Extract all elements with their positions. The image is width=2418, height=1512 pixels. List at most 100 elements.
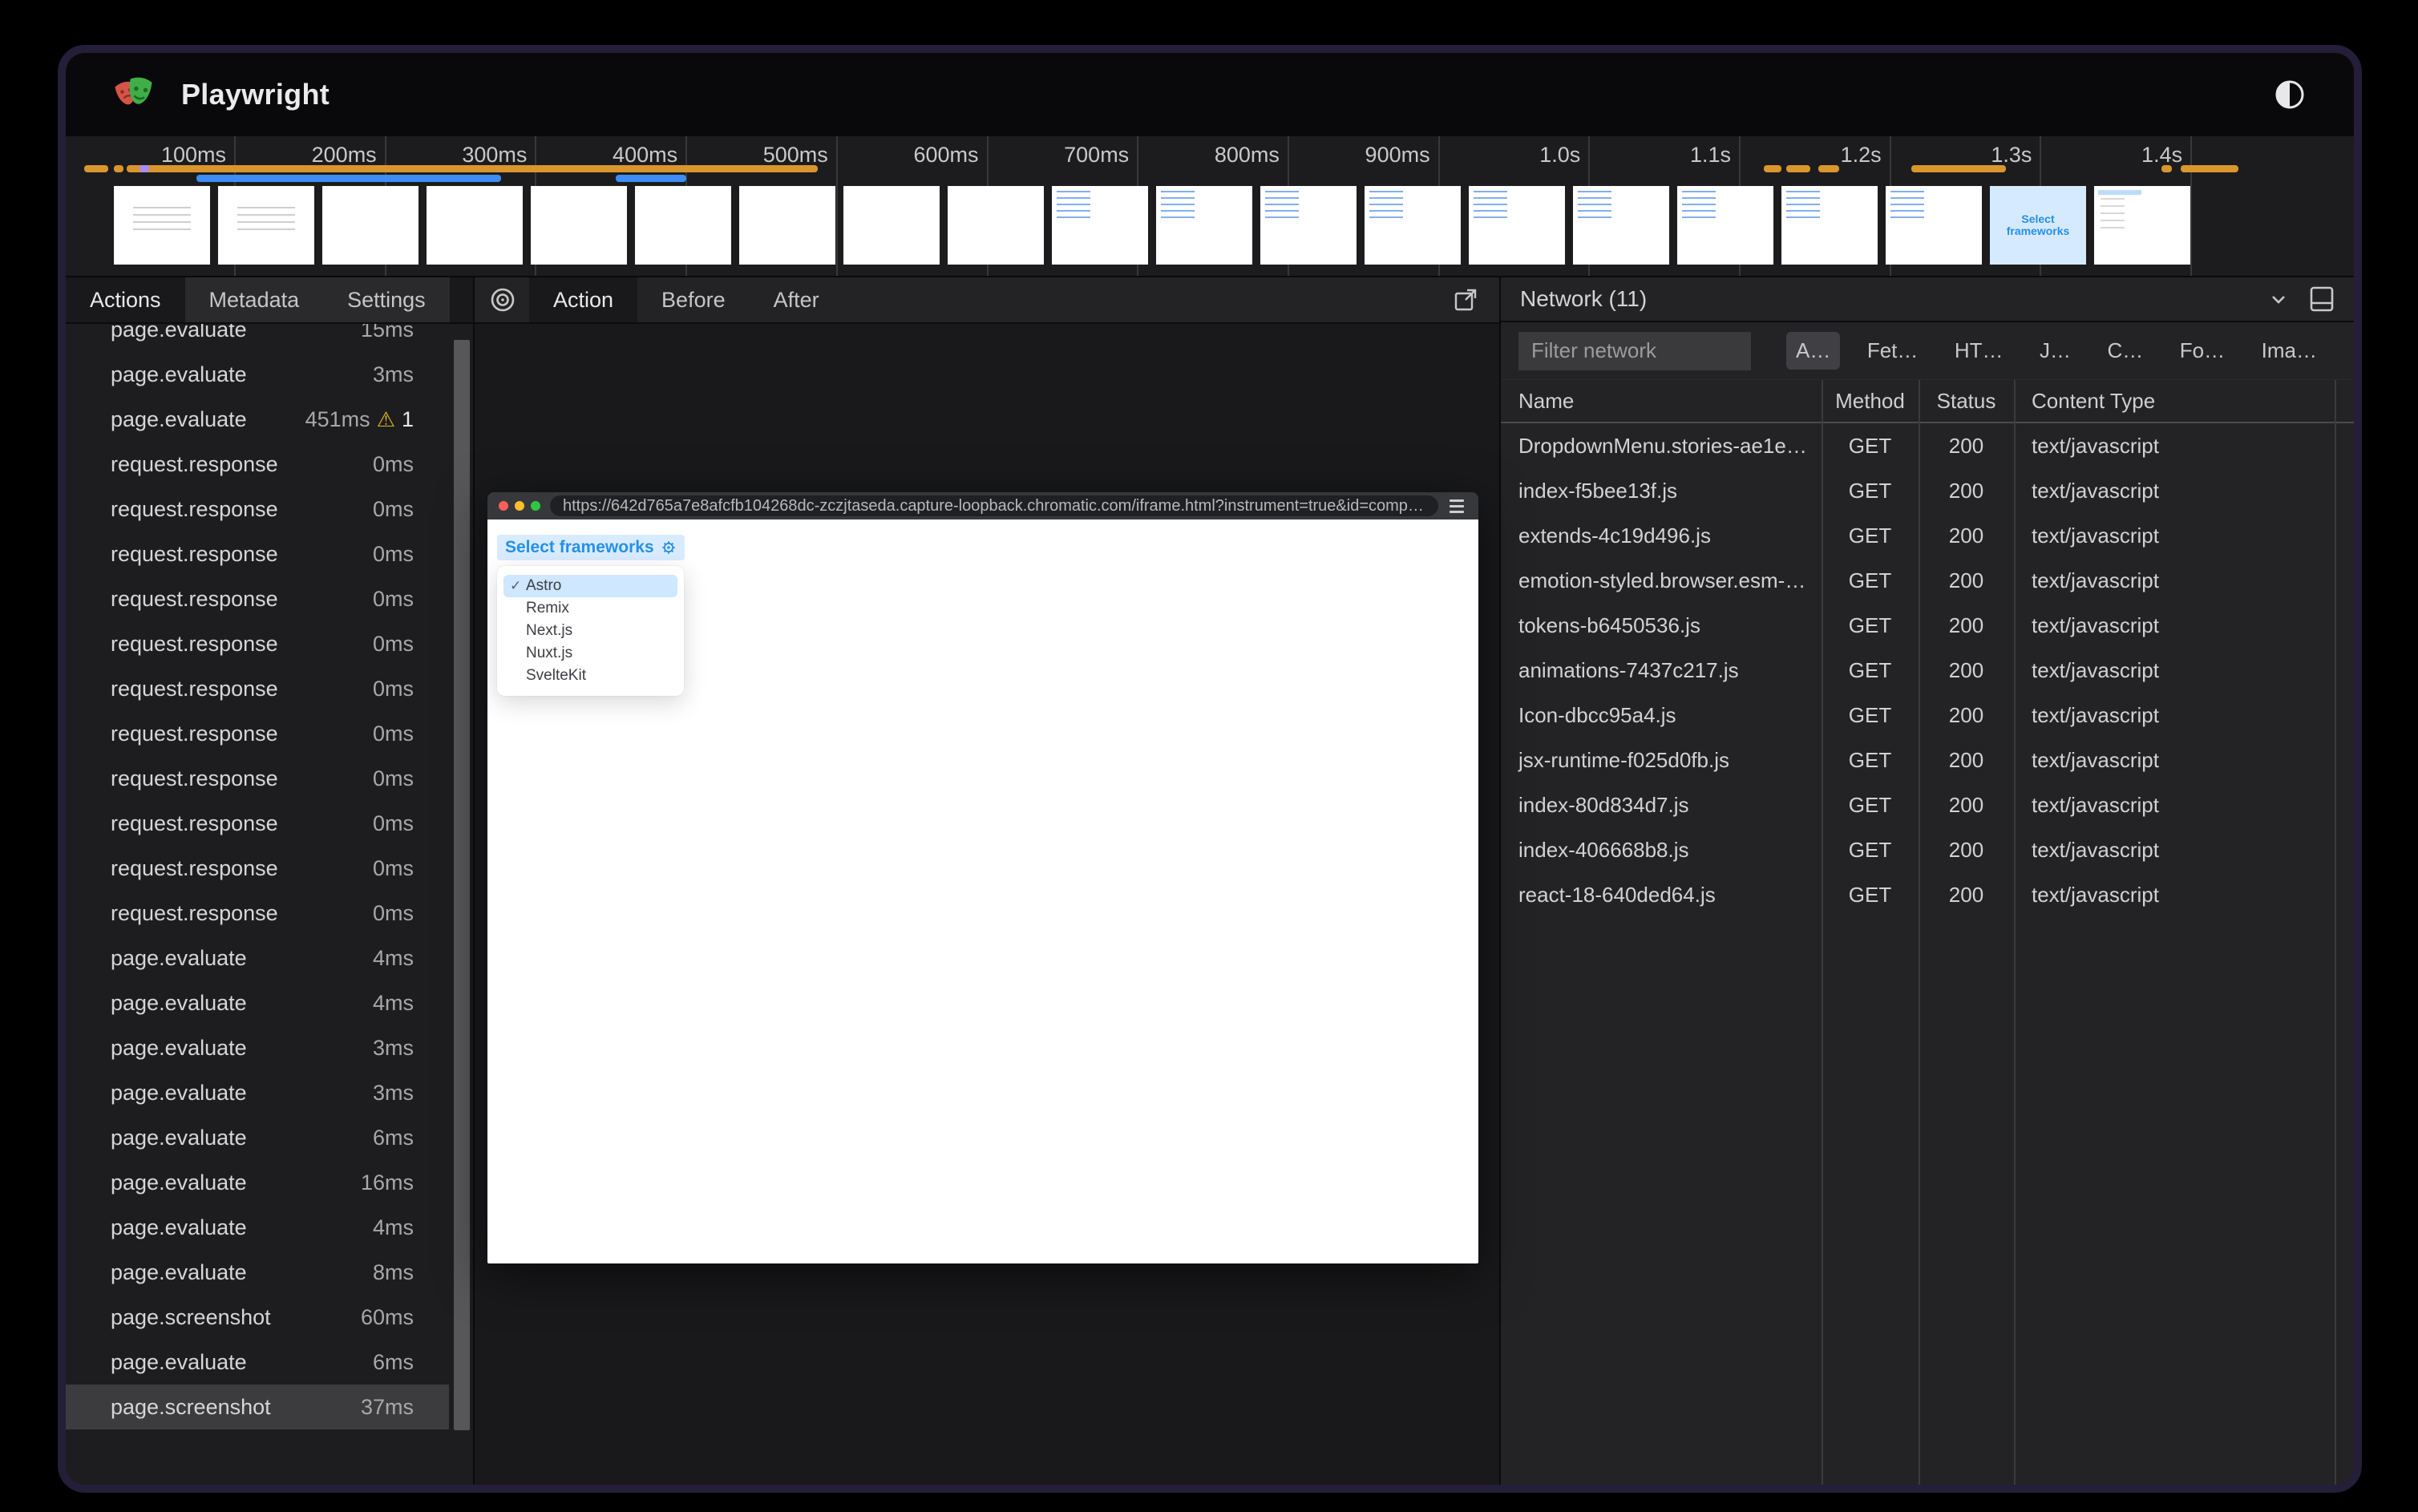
filmstrip-thumbnail[interactable]: Select frameworks bbox=[1990, 186, 2086, 265]
request-name: DropdownMenu.stories-ae1e… bbox=[1518, 433, 1807, 458]
network-filter-chip[interactable]: C… bbox=[2098, 332, 2153, 370]
tab-after[interactable]: After bbox=[750, 277, 843, 322]
column-header[interactable]: Status bbox=[1919, 389, 2014, 414]
action-list-item[interactable]: request.response 0ms bbox=[66, 711, 449, 756]
network-row[interactable]: emotion-styled.browser.esm-… GET 200 text/j… bbox=[1501, 558, 2354, 603]
dropdown-item-sveltekit[interactable]: SvelteKit bbox=[503, 665, 677, 687]
action-list-item[interactable]: page.evaluate 4ms bbox=[66, 1205, 449, 1250]
tab-actions[interactable]: Actions bbox=[66, 277, 185, 322]
filmstrip-thumbnail[interactable] bbox=[218, 186, 314, 265]
action-name: request.response bbox=[111, 811, 278, 835]
network-row[interactable]: index-406668b8.js GET 200 text/javascript bbox=[1501, 827, 2354, 872]
column-divider[interactable] bbox=[1822, 380, 1823, 1485]
network-row[interactable]: index-80d834d7.js GET 200 text/javascript bbox=[1501, 782, 2354, 827]
action-list-item[interactable]: page.screenshot 37ms bbox=[66, 1385, 449, 1429]
filmstrip-thumbnail[interactable] bbox=[1156, 186, 1252, 265]
network-row[interactable]: extends-4c19d496.js GET 200 text/javascript bbox=[1501, 513, 2354, 558]
pick-locator-icon[interactable] bbox=[475, 277, 529, 322]
action-list-item[interactable]: page.evaluate 451ms ⚠ 1 bbox=[66, 397, 449, 442]
action-list-item[interactable]: request.response 0ms bbox=[66, 891, 449, 936]
network-filter-chip[interactable]: Fet… bbox=[1858, 332, 1928, 370]
action-list-item[interactable]: page.evaluate 4ms bbox=[66, 980, 449, 1025]
network-row[interactable]: animations-7437c217.js GET 200 text/javascr… bbox=[1501, 648, 2354, 693]
tab-metadata[interactable]: Metadata bbox=[184, 277, 324, 322]
network-filter-chip[interactable]: HT… bbox=[1945, 332, 2013, 370]
action-list-item[interactable]: page.evaluate 3ms bbox=[66, 1025, 449, 1070]
network-row[interactable]: DropdownMenu.stories-ae1e… GET 200 text/jav… bbox=[1501, 423, 2354, 468]
column-header[interactable]: Content Type bbox=[2014, 389, 2335, 414]
filmstrip-thumbnail[interactable] bbox=[1052, 186, 1148, 265]
action-list-item[interactable]: page.evaluate 6ms bbox=[66, 1115, 449, 1160]
chevron-down-icon[interactable] bbox=[2267, 288, 2290, 310]
filmstrip-thumbnail[interactable] bbox=[1677, 186, 1773, 265]
timeline-tick-label: 600ms bbox=[913, 143, 979, 167]
network-filter-chip[interactable]: Fo… bbox=[2170, 332, 2234, 370]
filmstrip-thumbnail[interactable] bbox=[322, 186, 418, 265]
filmstrip-thumbnail[interactable] bbox=[531, 186, 627, 265]
action-list-item[interactable]: page.evaluate 3ms bbox=[66, 352, 449, 397]
action-list-item[interactable]: request.response 0ms bbox=[66, 576, 449, 621]
action-name: page.evaluate bbox=[111, 1125, 247, 1150]
action-name: request.response bbox=[111, 631, 278, 656]
action-list-item[interactable]: request.response 0ms bbox=[66, 487, 449, 532]
network-filter-chip[interactable]: Ima… bbox=[2252, 332, 2327, 370]
tab-before[interactable]: Before bbox=[637, 277, 750, 322]
action-list-item[interactable]: request.response 0ms bbox=[66, 666, 449, 711]
timeline[interactable]: 100ms 200ms 300ms 400ms 500ms 600ms 700ms 800ms… bbox=[66, 136, 2354, 277]
filmstrip-thumbnail[interactable] bbox=[739, 186, 835, 265]
filmstrip-thumbnail[interactable] bbox=[114, 186, 210, 265]
action-list-item[interactable]: request.response 0ms bbox=[66, 756, 449, 801]
network-row[interactable]: jsx-runtime-f025d0fb.js GET 200 text/javasc… bbox=[1501, 738, 2354, 782]
action-list-item[interactable]: page.evaluate 16ms bbox=[66, 1160, 449, 1205]
action-list-item[interactable]: page.evaluate 8ms bbox=[66, 1250, 449, 1295]
action-list-item[interactable]: request.response 0ms bbox=[66, 621, 449, 666]
network-row[interactable]: tokens-b6450536.js GET 200 text/javascript bbox=[1501, 603, 2354, 648]
action-list-item[interactable]: page.evaluate 4ms bbox=[66, 936, 449, 980]
dropdown-item-astro[interactable]: ✓ Astro bbox=[503, 575, 677, 597]
filmstrip-thumbnail[interactable] bbox=[948, 186, 1044, 265]
network-row[interactable]: react-18-640ded64.js GET 200 text/javascrip… bbox=[1501, 872, 2354, 917]
network-row[interactable]: Icon-dbcc95a4.js GET 200 text/javascript bbox=[1501, 693, 2354, 738]
action-list-item[interactable]: request.response 0ms bbox=[66, 442, 449, 487]
dropdown-item-nuxt.js[interactable]: Nuxt.js bbox=[503, 642, 677, 665]
action-list-item[interactable]: page.screenshot 60ms bbox=[66, 1295, 449, 1340]
tab-settings[interactable]: Settings bbox=[323, 277, 450, 322]
column-header[interactable]: Name bbox=[1501, 389, 1822, 414]
column-divider[interactable] bbox=[2014, 380, 2016, 1485]
dropdown-item-next.js[interactable]: Next.js bbox=[503, 620, 677, 642]
column-header[interactable]: Method bbox=[1822, 389, 1919, 414]
actions-scrollbar[interactable] bbox=[454, 340, 470, 1430]
network-filter-chip[interactable]: A… bbox=[1786, 332, 1841, 370]
filmstrip-thumbnail[interactable] bbox=[843, 186, 940, 265]
network-row[interactable]: index-f5bee13f.js GET 200 text/javascript bbox=[1501, 468, 2354, 513]
filmstrip-thumbnail[interactable] bbox=[2094, 186, 2190, 265]
tab-action[interactable]: Action bbox=[529, 277, 638, 322]
action-list-item[interactable]: page.evaluate 15ms bbox=[66, 324, 449, 352]
network-filter-chip[interactable]: J… bbox=[2030, 332, 2080, 370]
request-name: Icon-dbcc95a4.js bbox=[1518, 702, 1676, 727]
action-duration: 6ms bbox=[372, 1349, 414, 1374]
action-list-item[interactable]: request.response 0ms bbox=[66, 532, 449, 576]
filmstrip-thumbnail[interactable] bbox=[427, 186, 523, 265]
select-frameworks-trigger[interactable]: Select frameworks bbox=[497, 535, 685, 560]
filmstrip-thumbnail[interactable] bbox=[1365, 186, 1461, 265]
hamburger-menu-icon[interactable] bbox=[1450, 499, 1464, 513]
action-list-item[interactable]: request.response 0ms bbox=[66, 801, 449, 846]
open-external-icon[interactable] bbox=[1453, 277, 1499, 322]
filmstrip-thumbnail[interactable] bbox=[1260, 186, 1357, 265]
filmstrip-thumbnail[interactable] bbox=[1469, 186, 1565, 265]
filmstrip-thumbnail[interactable] bbox=[1781, 186, 1878, 265]
column-divider[interactable] bbox=[2335, 380, 2336, 1485]
dropdown-item-remix[interactable]: Remix bbox=[503, 597, 677, 620]
action-name: page.evaluate bbox=[111, 1170, 247, 1195]
action-list-item[interactable]: page.evaluate 6ms bbox=[66, 1340, 449, 1385]
filmstrip-thumbnail[interactable] bbox=[1886, 186, 1982, 265]
split-panel-icon[interactable] bbox=[2309, 285, 2335, 313]
action-list-item[interactable]: page.evaluate 3ms bbox=[66, 1070, 449, 1115]
filter-network-input[interactable] bbox=[1518, 331, 1751, 370]
action-list-item[interactable]: request.response 0ms bbox=[66, 846, 449, 891]
filmstrip-thumbnail[interactable] bbox=[1573, 186, 1669, 265]
filmstrip-thumbnail[interactable] bbox=[635, 186, 731, 265]
column-divider[interactable] bbox=[1919, 380, 1920, 1485]
theme-toggle-icon[interactable] bbox=[2272, 77, 2307, 112]
